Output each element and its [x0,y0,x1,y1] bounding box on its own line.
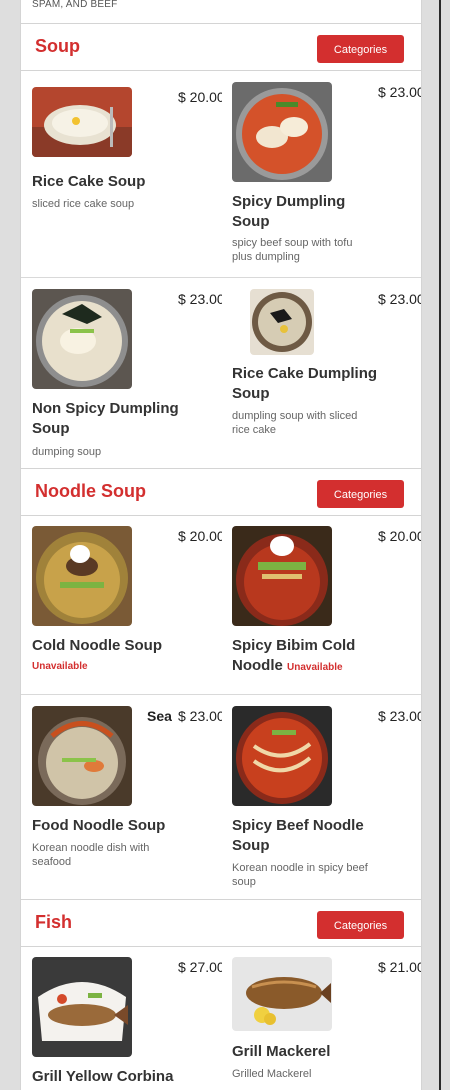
item-price: $ 23.00 [178,708,222,724]
status-badge: Unavailable [32,661,88,672]
section-header-soup: Soup Categories [21,23,421,71]
food-image [32,87,132,157]
section-title: Fish [35,912,73,932]
item-price: $ 23.00 [378,708,422,724]
categories-button[interactable]: Categories [317,480,404,508]
section-title: Soup [35,36,80,56]
item-name: Spicy Beef Noodle Soup [232,817,364,854]
item-price: $ 27.00 [178,959,222,975]
food-image [32,706,132,806]
item-name-prefix: Sea [147,708,172,724]
categories-button[interactable]: Categories [317,911,404,939]
item-name: Non Spicy Dumpling Soup [32,400,179,437]
item-price: $ 20.00 [178,89,222,105]
food-image [232,82,332,182]
item-description: Korean noodle in spicy beef soup [232,862,368,888]
item-description: spicy beef soup with tofu plus dumpling [232,237,353,263]
item-description: dumpling soup with sliced rice cake [232,410,358,436]
section-title: Noodle Soup [35,481,146,501]
scrollbar-edge [439,0,441,1090]
item-name: Food Noodle Soup [32,817,166,834]
item-price: $ 23.00 [178,291,222,307]
food-image [232,957,332,1031]
food-image [32,289,132,389]
item-description: Grilled Mackerel [232,1068,312,1080]
divider [21,277,421,278]
food-image [32,957,132,1057]
item-description: dumping soup [32,446,102,458]
item-description: SPAM, AND BEEF [32,0,118,10]
food-image [232,706,332,806]
divider [21,694,421,695]
item-description: sliced rice cake soup [32,198,135,210]
item-price: $ 20.00 [378,528,422,544]
food-image [32,526,132,626]
food-image [232,526,332,626]
item-price: $ 23.00 [378,291,422,307]
item-name: Spicy Dumpling Soup [232,193,346,230]
menu-page: SPAM, AND BEEF Soup Categories $ 20.00 R… [20,0,422,1090]
item-name-with-status: Spicy Bibim Cold Noodle Unavailable [232,636,382,678]
categories-button[interactable]: Categories [317,35,404,63]
item-price: $ 23.00 [378,84,422,100]
item-name: Rice Cake Dumpling Soup [232,365,378,402]
item-name: Cold Noodle Soup [32,637,162,654]
item-price: $ 21.00 [378,959,422,975]
item-name: Grill Yellow Corbina [32,1068,174,1085]
food-image [250,289,314,355]
section-header-fish: Fish Categories [21,899,421,947]
item-name: Rice Cake Soup [32,173,146,190]
section-header-noodle-soup: Noodle Soup Categories [21,468,421,516]
item-name: Grill Mackerel [232,1043,331,1060]
item-description: Korean noodle dish with seafood [32,842,150,868]
status-badge: Unavailable [287,662,343,673]
item-price: $ 20.00 [178,528,222,544]
